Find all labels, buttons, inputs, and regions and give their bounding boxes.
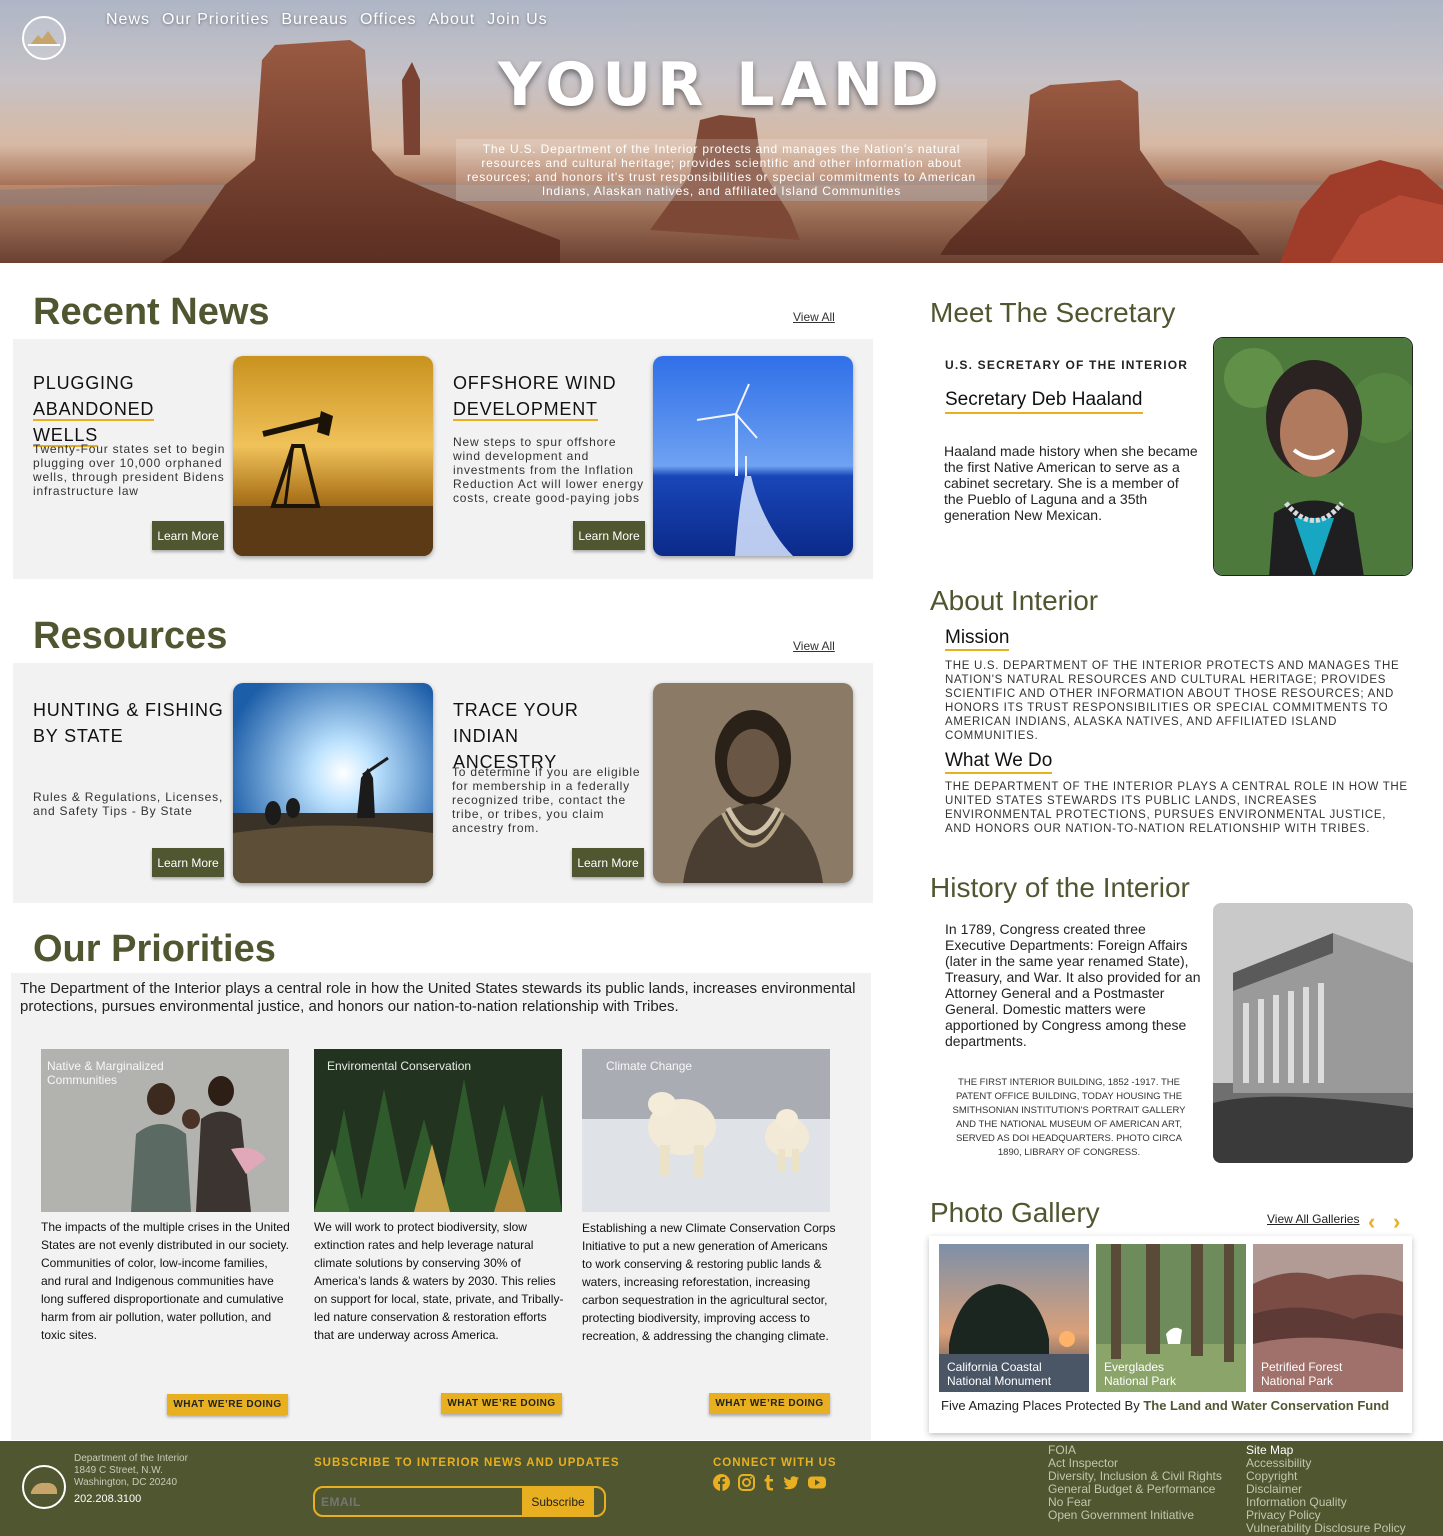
resource-card-1-learn-more-button[interactable]: Learn More: [152, 848, 224, 877]
nav-our-priorities[interactable]: Our Priorities: [162, 11, 269, 29]
news-card-1-text: Twenty-Four states set to begin plugging…: [33, 442, 226, 498]
footer-links-col-1: FOIA Act Inspector Diversity, Inclusion …: [1048, 1444, 1222, 1522]
priority-climate-button[interactable]: WHAT WE’RE DOING: [709, 1393, 830, 1414]
gallery-caption-everglades: Everglades National Park: [1104, 1360, 1177, 1388]
hero-description: The U.S. Department of the Interior prot…: [456, 139, 987, 201]
gallery-image-california[interactable]: California Coastal National Monument: [939, 1244, 1089, 1392]
footer-link-vulnerability[interactable]: Vulnerability Disclosure Policy: [1246, 1522, 1406, 1535]
mission-heading: Mission: [945, 627, 1010, 651]
gallery-caption-california: California Coastal National Monument: [947, 1360, 1052, 1388]
monument-valley-image: [0, 40, 1443, 263]
priority-communities-button[interactable]: WHAT WE’RE DOING: [167, 1394, 288, 1415]
youtube-icon[interactable]: [808, 1474, 826, 1491]
secretary-role: U.S. SECRETARY OF THE INTERIOR: [945, 358, 1189, 372]
photo-gallery-card: California Coastal National Monument Eve…: [929, 1236, 1412, 1433]
resources-view-all-link[interactable]: View All: [793, 639, 835, 653]
photo-gallery-title: Photo Gallery: [930, 1197, 1100, 1228]
news-card-2-title[interactable]: OFFSHORE WIND DEVELOPMENT: [453, 370, 643, 422]
history-text: In 1789, Congress created three Executiv…: [945, 921, 1201, 1049]
wind-turbine-image[interactable]: [653, 356, 853, 556]
priority-text-conservation: We will work to protect biodiversity, sl…: [314, 1220, 564, 1342]
footer-address-2: Washington, DC 20240: [74, 1477, 178, 1488]
priority-caption-climate: Climate Change: [606, 1059, 693, 1073]
social-icons: [713, 1474, 826, 1491]
subscribe-button[interactable]: Subscribe: [522, 1488, 594, 1515]
facebook-icon[interactable]: [713, 1474, 730, 1491]
nav-join-us[interactable]: Join Us: [487, 11, 547, 29]
nav-about[interactable]: About: [428, 11, 475, 29]
priority-caption-communities: Native & Marginalized Communities: [47, 1059, 164, 1087]
footer-phone[interactable]: 202.208.3100: [74, 1493, 188, 1505]
nav-bureaus[interactable]: Bureaus: [281, 11, 348, 29]
gallery-next-icon[interactable]: ›: [1393, 1209, 1400, 1235]
priority-text-climate: Establishing a new Climate Conservation …: [582, 1221, 836, 1343]
news-card-1-title[interactable]: PLUGGING ABANDONED WELLS: [33, 370, 223, 448]
secretary-name[interactable]: Secretary Deb Haaland: [945, 389, 1143, 414]
history-photo-caption: THE FIRST INTERIOR BUILDING, 1852 -1917.…: [952, 1077, 1186, 1158]
twitter-icon[interactable]: [783, 1474, 800, 1491]
priority-text-communities: The impacts of the multiple crises in th…: [41, 1220, 290, 1342]
resource-card-2-learn-more-button[interactable]: Learn More: [572, 848, 644, 877]
footer-links-col-2: Site Map Accessibility Copyright Disclai…: [1246, 1444, 1406, 1535]
hero-banner: News Our Priorities Bureaus Offices Abou…: [0, 0, 1443, 263]
priority-image-communities[interactable]: Native & Marginalized Communities: [41, 1049, 289, 1212]
news-card-2-text: New steps to spur offshore wind developm…: [453, 435, 644, 505]
hero-title: YOUR LAND: [498, 50, 945, 120]
tumblr-icon[interactable]: [763, 1474, 775, 1491]
priorities-intro: The Department of the Interior plays a c…: [20, 980, 856, 1015]
gallery-image-petrified-forest[interactable]: Petrified Forest National Park: [1253, 1244, 1403, 1392]
news-card-2-learn-more-button[interactable]: Learn More: [573, 521, 645, 550]
news-view-all-link[interactable]: View All: [793, 310, 835, 324]
subscribe-form: Subscribe: [313, 1486, 606, 1517]
hunter-image[interactable]: [233, 683, 433, 883]
bison-mountain-icon: [28, 31, 60, 46]
priorities-title: Our Priorities: [33, 928, 276, 970]
history-title: History of the Interior: [930, 872, 1190, 903]
gallery-caption-petrified-forest: Petrified Forest National Park: [1261, 1360, 1343, 1388]
resource-card-2-text: To determine if you are eligible for mem…: [452, 765, 641, 835]
recent-news-title: Recent News: [33, 291, 270, 333]
footer-link-open-government[interactable]: Open Government Initiative: [1048, 1509, 1222, 1522]
resource-card-2-title[interactable]: TRACE YOUR INDIAN ANCESTRY: [453, 697, 648, 775]
priority-image-climate[interactable]: Climate Change: [582, 1049, 830, 1212]
gallery-image-everglades[interactable]: Everglades National Park: [1096, 1244, 1246, 1392]
footer-logo[interactable]: [22, 1465, 66, 1509]
site-footer: Department of the Interior 1849 C Street…: [0, 1441, 1443, 1536]
subscribe-title: SUBSCRIBE TO INTERIOR NEWS AND UPDATES: [314, 1457, 620, 1469]
gallery-prev-icon[interactable]: ‹: [1368, 1209, 1375, 1235]
footer-address-1: 1849 C Street, N.W.: [74, 1465, 163, 1476]
priority-caption-conservation: Enviromental Conservation: [327, 1059, 472, 1073]
secretary-photo: [1213, 337, 1413, 576]
footer-org: Department of the Interior: [74, 1453, 188, 1464]
resource-card-1-title[interactable]: HUNTING & FISHING BY STATE: [33, 697, 228, 749]
what-we-do-heading: What We Do: [945, 750, 1053, 774]
news-card-1-learn-more-button[interactable]: Learn More: [152, 521, 224, 550]
meet-secretary-title: Meet The Secretary: [930, 297, 1176, 328]
mission-text: THE U.S. DEPARTMENT OF THE INTERIOR PROT…: [945, 660, 1400, 742]
nav-news[interactable]: News: [106, 11, 150, 29]
history-building-photo: [1213, 903, 1413, 1163]
email-input[interactable]: [321, 1490, 521, 1513]
secretary-bio: Haaland made history when she became the…: [944, 443, 1198, 523]
priority-image-conservation[interactable]: Enviromental Conservation: [314, 1049, 562, 1212]
what-we-do-text: THE DEPARTMENT OF THE INTERIOR PLAYS A C…: [945, 781, 1408, 835]
gallery-footer-text: Five Amazing Places Protected By The Lan…: [941, 1398, 1390, 1413]
instagram-icon[interactable]: [738, 1474, 755, 1491]
connect-title: CONNECT WITH US: [713, 1457, 837, 1469]
about-interior-title: About Interior: [930, 585, 1099, 616]
view-all-galleries-link[interactable]: View All Galleries: [1267, 1212, 1359, 1226]
bison-icon: [31, 1482, 57, 1494]
native-woman-portrait-image[interactable]: [653, 683, 853, 883]
resources-title: Resources: [33, 615, 228, 657]
priority-conservation-button[interactable]: WHAT WE’RE DOING: [441, 1393, 562, 1414]
oil-pump-image[interactable]: [233, 356, 433, 556]
nav-offices[interactable]: Offices: [360, 11, 417, 29]
resource-card-1-text: Rules & Regulations, Licenses, and Safet…: [33, 790, 224, 818]
main-nav: News Our Priorities Bureaus Offices Abou…: [106, 11, 548, 29]
